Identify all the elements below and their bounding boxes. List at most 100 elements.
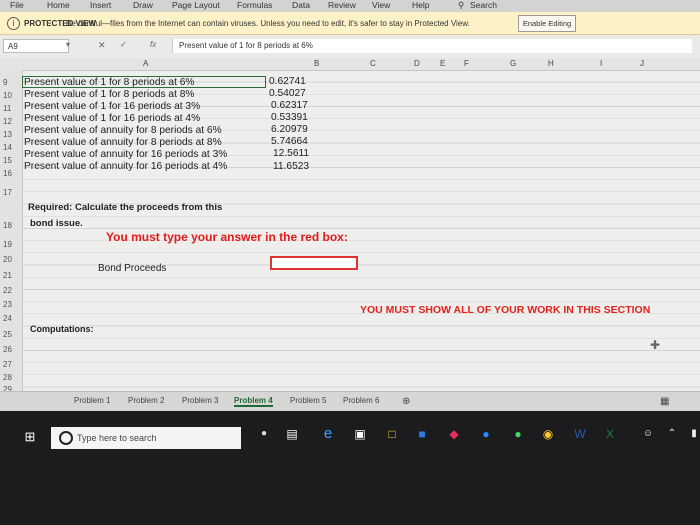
enter-icon[interactable]: ✓ — [120, 40, 127, 49]
instruction-text[interactable]: You must type your answer in the red box… — [106, 230, 348, 244]
column-header-f[interactable]: F — [464, 59, 469, 68]
table-value[interactable]: 6.20979 — [271, 124, 308, 135]
formula-input[interactable]: Present value of 1 for 8 periods at 6% — [172, 39, 692, 53]
table-value[interactable]: 12.5611 — [273, 148, 309, 159]
table-label[interactable]: Present value of 1 for 16 periods at 4% — [24, 113, 200, 124]
row-header[interactable]: 15 — [3, 156, 12, 165]
required-text[interactable]: Required: Calculate the proceeds from th… — [28, 202, 222, 213]
answer-input-red-box[interactable] — [270, 256, 358, 270]
row-header[interactable]: 9 — [3, 78, 7, 87]
table-value[interactable]: 11.6523 — [273, 161, 309, 172]
column-header-a[interactable]: A — [143, 59, 148, 68]
table-label[interactable]: Present value of 1 for 8 periods at 6% — [24, 77, 194, 88]
file-explorer-icon[interactable]: □ — [384, 426, 400, 442]
row-header[interactable]: 16 — [3, 169, 12, 178]
row-header[interactable]: 17 — [3, 188, 12, 197]
function-icon[interactable]: fx — [150, 40, 156, 49]
computations-label[interactable]: Computations: — [30, 324, 94, 334]
search-icon[interactable]: ⚲ — [458, 0, 464, 11]
column-header-i[interactable]: I — [600, 59, 602, 68]
sheet-tab-bar: Problem 1 Problem 2 Problem 3 Problem 4 … — [0, 391, 700, 412]
required-text-continued[interactable]: bond issue. — [30, 218, 83, 229]
add-sheet-icon[interactable]: ⊕ — [402, 396, 410, 407]
row-header[interactable]: 27 — [3, 360, 12, 369]
tab-home[interactable]: Home — [47, 0, 70, 10]
row-header[interactable]: 23 — [3, 300, 12, 309]
tab-data[interactable]: Data — [292, 0, 310, 10]
sheet-tab-problem-4[interactable]: Problem 4 — [234, 396, 273, 407]
tab-page-layout[interactable]: Page Layout — [172, 0, 220, 10]
chevron-down-icon[interactable]: ▾ — [66, 40, 70, 49]
app-icon[interactable]: ● — [478, 426, 494, 442]
tab-view[interactable]: View — [372, 0, 390, 10]
row-header[interactable]: 24 — [3, 314, 12, 323]
table-label[interactable]: Present value of 1 for 8 periods at 8% — [24, 89, 194, 100]
row-header[interactable]: 11 — [3, 104, 11, 113]
table-label[interactable]: Present value of annuity for 8 periods a… — [24, 125, 222, 136]
sheet-tab-problem-5[interactable]: Problem 5 — [290, 396, 326, 405]
windows-start-icon[interactable]: ⊞ — [22, 429, 38, 445]
normal-view-icon[interactable]: ▦ — [660, 396, 669, 407]
column-header-g[interactable]: G — [510, 59, 516, 68]
tab-insert[interactable]: Insert — [90, 0, 111, 10]
row-header[interactable]: 18 — [3, 221, 12, 230]
chevron-up-icon[interactable]: ⌃ — [664, 426, 680, 442]
table-value[interactable]: 5.74664 — [271, 136, 308, 147]
row-header[interactable]: 26 — [3, 345, 12, 354]
row-header[interactable]: 14 — [3, 143, 12, 152]
people-icon[interactable]: ☺ — [640, 426, 656, 442]
tab-draw[interactable]: Draw — [133, 0, 153, 10]
microphone-icon[interactable]: ● — [256, 426, 272, 442]
chrome-icon[interactable]: ◉ — [540, 426, 556, 442]
store-icon[interactable]: ▣ — [352, 426, 368, 442]
show-work-notice[interactable]: YOU MUST SHOW ALL OF YOUR WORK IN THIS S… — [360, 304, 650, 316]
table-label[interactable]: Present value of annuity for 16 periods … — [24, 161, 227, 172]
tab-file[interactable]: File — [10, 0, 24, 10]
sheet-tab-problem-1[interactable]: Problem 1 — [74, 396, 110, 405]
column-header-c[interactable]: C — [370, 59, 376, 68]
table-value[interactable]: 0.62741 — [269, 76, 306, 87]
cortana-icon — [59, 431, 73, 445]
excel-icon[interactable]: X — [602, 426, 618, 442]
row-header[interactable]: 10 — [3, 91, 12, 100]
taskbar-search-box[interactable]: Type here to search — [51, 427, 241, 449]
row-header[interactable]: 19 — [3, 240, 12, 249]
column-header-e[interactable]: E — [440, 59, 445, 68]
row-header[interactable]: 28 — [3, 373, 12, 382]
sheet-tab-problem-2[interactable]: Problem 2 — [128, 396, 164, 405]
column-header-j[interactable]: J — [640, 59, 644, 68]
row-header[interactable]: 20 — [3, 255, 12, 264]
task-view-icon[interactable]: ▤ — [284, 426, 300, 442]
word-icon[interactable]: W — [572, 426, 588, 442]
column-header-h[interactable]: H — [548, 59, 554, 68]
edge-browser-icon[interactable]: e — [320, 426, 336, 442]
row-header[interactable]: 25 — [3, 330, 12, 339]
row-header[interactable]: 22 — [3, 286, 12, 295]
app-icon[interactable]: ● — [510, 426, 526, 442]
sheet-tab-problem-6[interactable]: Problem 6 — [343, 396, 379, 405]
app-icon[interactable]: ◆ — [446, 426, 462, 442]
table-label[interactable]: Present value of annuity for 16 periods … — [24, 149, 227, 160]
tab-help[interactable]: Help — [412, 0, 429, 10]
worksheet-grid[interactable]: A B C D E F G H I J 9 10 11 12 13 14 15 … — [0, 58, 700, 405]
row-header[interactable]: 13 — [3, 130, 12, 139]
app-icon[interactable]: ■ — [414, 426, 430, 442]
column-header-d[interactable]: D — [414, 59, 420, 68]
cancel-icon[interactable]: ✕ — [98, 40, 106, 51]
table-value[interactable]: 0.62317 — [271, 100, 308, 111]
tab-formulas[interactable]: Formulas — [237, 0, 272, 10]
tab-review[interactable]: Review — [328, 0, 356, 10]
table-label[interactable]: Present value of annuity for 8 periods a… — [24, 137, 222, 148]
sheet-tab-problem-3[interactable]: Problem 3 — [182, 396, 218, 405]
table-label[interactable]: Present value of 1 for 16 periods at 3% — [24, 101, 200, 112]
enable-editing-button[interactable]: Enable Editing — [518, 15, 576, 32]
table-value[interactable]: 0.53391 — [271, 112, 308, 123]
windows-taskbar: ⊞ Type here to search ● ▤ e ▣ □ ■ ◆ ● ● … — [0, 411, 700, 525]
column-header-b[interactable]: B — [314, 59, 319, 68]
table-value[interactable]: 0.54027 — [269, 88, 306, 99]
row-header[interactable]: 12 — [3, 117, 12, 126]
name-box[interactable]: A9 — [3, 39, 69, 53]
row-header[interactable]: 21 — [3, 271, 12, 280]
ribbon-search[interactable]: Search — [470, 0, 497, 10]
bond-proceeds-label[interactable]: Bond Proceeds — [98, 263, 166, 274]
